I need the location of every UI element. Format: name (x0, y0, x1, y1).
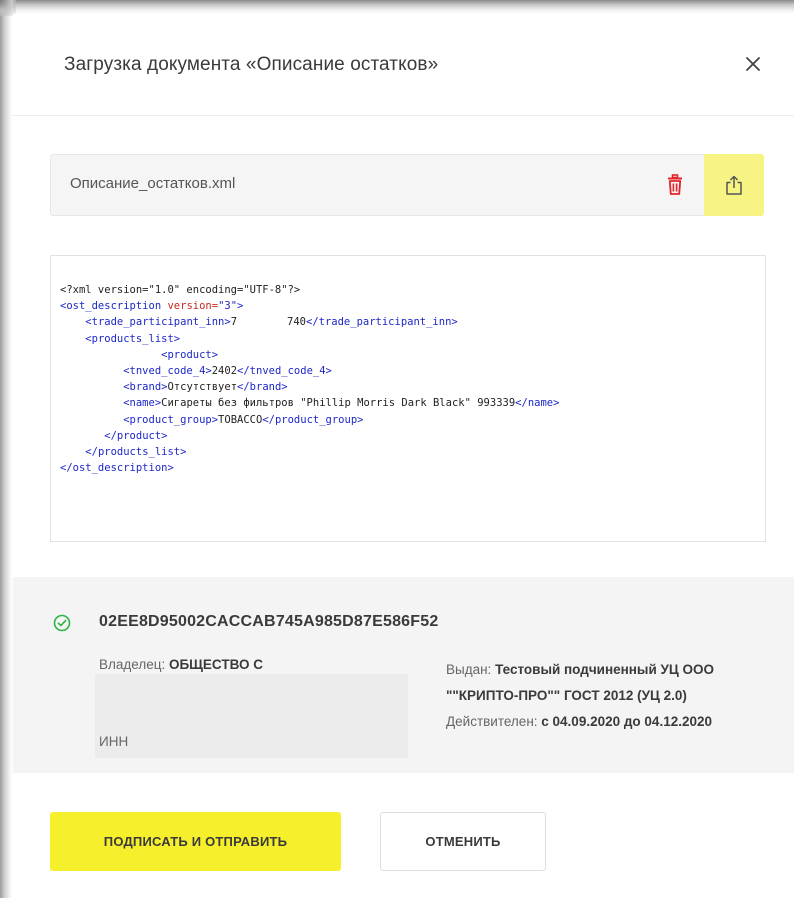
xml-declaration: <?xml version="1.0" encoding="UTF-8"?> (60, 284, 301, 296)
xml-tag: <trade_participant_inn> (85, 316, 231, 329)
file-field: Описание_остатков.xml (50, 154, 705, 216)
dialog-title: Загрузка документа «Описание остатков» (64, 54, 439, 75)
xml-inn-value-start: 7 (230, 316, 238, 329)
xml-tag: </product> (104, 429, 168, 442)
issuer-line-2: ""КРИПТО-ПРО"" ГОСТ 2012 (УЦ 2.0) (446, 683, 786, 709)
certificate-issuer: Выдан: Тестовый подчиненный УЦ ООО ""КРИ… (446, 657, 786, 735)
redacted-area (95, 674, 408, 758)
xml-tag: <product_group> (123, 413, 219, 426)
certificate-owner: Владелец: ОБЩЕСТВО С (99, 657, 263, 672)
sign-and-send-button[interactable]: ПОДПИСАТЬ И ОТПРАВИТЬ (50, 812, 341, 871)
validity-line: Действителен: с 04.09.2020 до 04.12.2020 (446, 709, 786, 735)
xml-group-value: TOBACCO (218, 413, 263, 426)
window-shadow-left (0, 0, 13, 898)
xml-code: <?xml version="1.0" encoding="UTF-8"?> <… (60, 282, 559, 476)
file-name: Описание_остатков.xml (70, 175, 236, 192)
xml-preview[interactable]: <?xml version="1.0" encoding="UTF-8"?> <… (50, 255, 766, 542)
issuer-label: Выдан: (446, 662, 496, 677)
close-button[interactable] (741, 52, 765, 76)
xml-tag: <ost_description (60, 300, 162, 313)
trash-icon (668, 174, 682, 195)
xml-tag: <product> (161, 348, 219, 361)
xml-attribute: version= (167, 300, 219, 313)
upload-icon (726, 175, 742, 195)
xml-tnved-value: 2402 (211, 365, 238, 378)
issuer-value-2: ""КРИПТО-ПРО"" ГОСТ 2012 (УЦ 2.0) (446, 688, 687, 703)
owner-label: Владелец: (99, 657, 169, 672)
xml-tag: <brand> (123, 381, 168, 394)
xml-tag: </brand> (237, 381, 288, 394)
xml-tag: <products_list> (85, 332, 181, 345)
xml-inn-value-end: 740 (287, 316, 306, 329)
delete-file-button[interactable] (665, 174, 685, 196)
xml-tag: </name> (515, 397, 560, 410)
cancel-button[interactable]: ОТМЕНИТЬ (380, 812, 546, 871)
owner-value: ОБЩЕСТВО С (168, 657, 263, 672)
screen: Загрузка документа «Описание остатков» О… (0, 0, 794, 898)
xml-brand-value: Отсутствует (167, 381, 238, 394)
xml-tag: </tnved_code_4> (237, 365, 332, 378)
certificate-panel[interactable]: 02EE8D95002CACCAB745A985D87E586F52 Владе… (13, 577, 794, 773)
issuer-value-1: Тестовый подчиненный УЦ ООО (495, 662, 715, 677)
xml-tag: </trade_participant_inn> (306, 316, 458, 329)
file-row: Описание_остатков.xml (50, 154, 764, 216)
xml-tag: </ost_description> (60, 462, 174, 475)
window-shadow-top (0, 0, 794, 14)
certificate-inn-label: ИНН (99, 734, 129, 749)
certificate-id: 02EE8D95002CACCAB745A985D87E586F52 (99, 613, 439, 630)
xml-tag: </products_list> (85, 446, 187, 459)
upload-button[interactable] (704, 154, 764, 216)
check-circle-icon (53, 614, 71, 632)
upload-document-dialog: Загрузка документа «Описание остатков» О… (13, 14, 794, 898)
valid-label: Действителен: (446, 714, 542, 729)
xml-tag: </product_group> (262, 413, 364, 426)
xml-tag: <tnved_code_4> (123, 365, 212, 378)
xml-tag: <name> (123, 397, 162, 410)
issuer-line-1: Выдан: Тестовый подчиненный УЦ ООО (446, 657, 786, 683)
xml-tag: > (237, 300, 244, 313)
close-icon (746, 57, 760, 71)
dialog-header: Загрузка документа «Описание остатков» (13, 14, 794, 116)
valid-value: с 04.09.2020 до 04.12.2020 (541, 714, 712, 729)
xml-attribute-value: "3" (218, 300, 238, 313)
xml-name-value: Сигареты без фильтров "Phillip Morris Da… (161, 397, 516, 410)
